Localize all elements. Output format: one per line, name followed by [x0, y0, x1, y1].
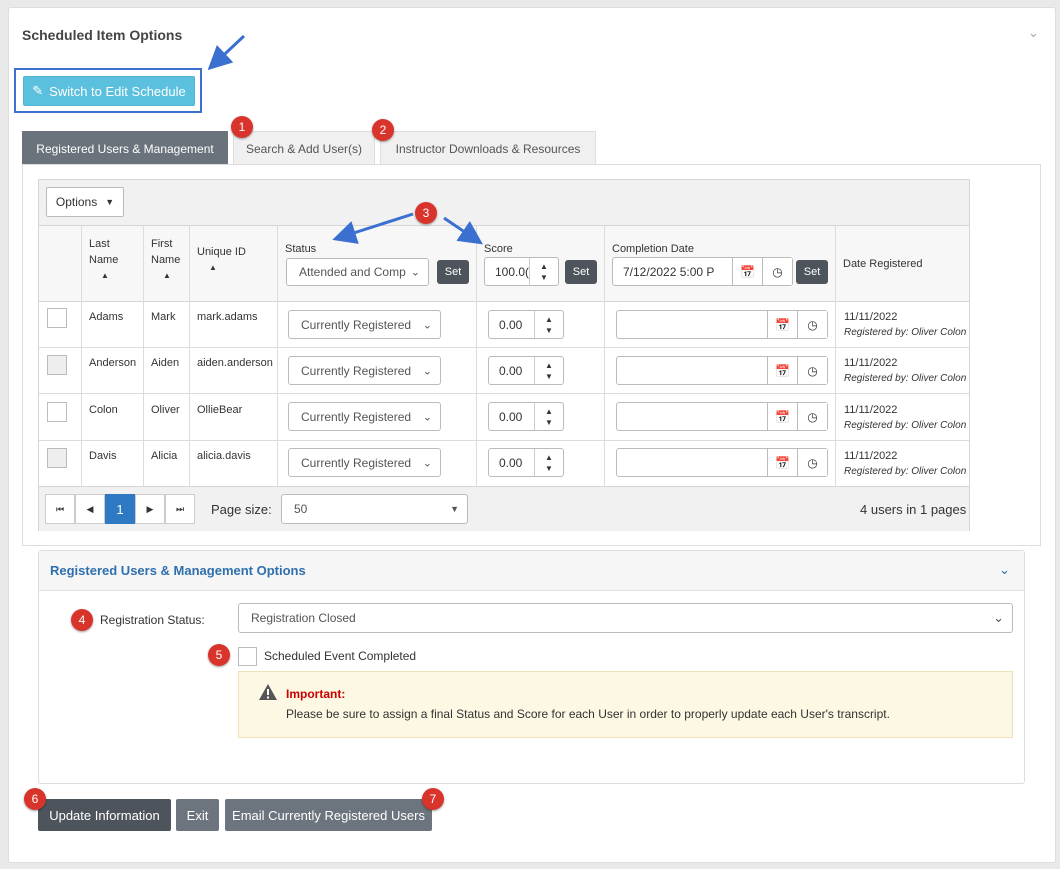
callout-arrow — [207, 34, 246, 71]
callout-badge-2: 2 — [372, 119, 394, 141]
callout-badge-4: 4 — [71, 609, 93, 631]
callout-arrows — [207, 34, 483, 245]
callout-badge-1: 1 — [231, 116, 253, 138]
callout-arrow — [332, 212, 414, 244]
callout-arrow — [443, 216, 483, 245]
callout-badge-5: 5 — [208, 644, 230, 666]
callout-badge-7: 7 — [422, 788, 444, 810]
callout-badge-6: 6 — [24, 788, 46, 810]
callout-badge-3: 3 — [415, 202, 437, 224]
